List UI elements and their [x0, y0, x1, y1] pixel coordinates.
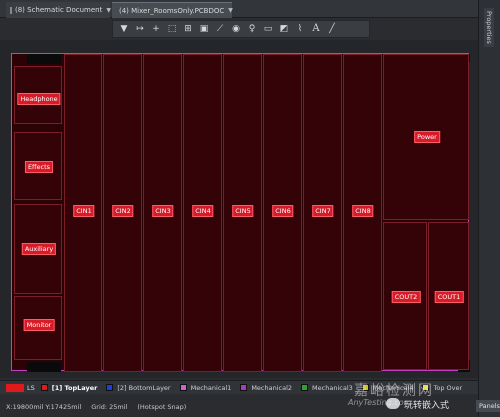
filter-icon[interactable]: ▼ [117, 22, 131, 36]
schematic-doc-icon [10, 6, 12, 14]
layer-tab-mechanical4[interactable]: Mechanical4 [361, 383, 414, 392]
room-headphone[interactable]: Headphone [14, 66, 62, 124]
layer-label: Mechanical1 [190, 383, 232, 392]
layer-tab-bottomlayer[interactable]: [2] BottomLayer [106, 383, 171, 392]
room-cin4[interactable]: CIN4 [183, 54, 222, 372]
room-label: Headphone [17, 93, 61, 105]
room-label: CIN4 [192, 205, 214, 217]
tab-pcb-document[interactable]: (4) Mixer_RoomsOnly.PCBDOC ▼ [112, 2, 233, 18]
layer-label: [2] BottomLayer [117, 383, 171, 392]
layer-color-swatch [422, 384, 430, 391]
align-icon[interactable]: ⊞ [181, 22, 195, 36]
place-pad-icon[interactable]: ▣ [197, 22, 211, 36]
room-label: CIN7 [312, 205, 334, 217]
layer-color-swatch [361, 384, 369, 391]
panels-button[interactable]: Panels [476, 400, 500, 412]
room-cin8[interactable]: CIN8 [343, 54, 382, 372]
room-cin5[interactable]: CIN5 [223, 54, 262, 372]
place-component-icon[interactable]: + [149, 22, 163, 36]
layer-label: Mechanical3 [312, 383, 353, 392]
properties-panel-tab[interactable]: Properties [484, 8, 494, 47]
room-cout2[interactable]: COUT2 [383, 222, 427, 370]
tab-schematic-document[interactable]: (8) Schematic Document ▼ [6, 2, 111, 18]
room-label: CIN5 [232, 205, 254, 217]
layer-label: Mechanical2 [251, 383, 293, 392]
board-outline: Headphone Effects Auxiliary Monitor CIN1… [11, 53, 470, 372]
pcb-editor-window: (8) Schematic Document ▼ (4) Mixer_Rooms… [0, 0, 500, 417]
board-notch-top-left [27, 54, 61, 64]
room-cin7[interactable]: CIN7 [303, 54, 342, 372]
room-cin1[interactable]: CIN1 [64, 54, 102, 372]
text-icon[interactable]: A [309, 22, 323, 36]
status-bar: X:19800mil Y:17425mil Grid: 25mil (Hotsp… [0, 396, 478, 417]
layer-tab-mechanical1[interactable]: Mechanical1 [179, 383, 232, 392]
chevron-down-icon[interactable]: ▼ [106, 7, 111, 14]
room-label: CIN6 [272, 205, 294, 217]
route-icon[interactable]: ↦ [133, 22, 147, 36]
layer-tab-mechanical3[interactable]: Mechanical3 [301, 384, 353, 392]
via-icon[interactable]: ◉ [229, 22, 243, 36]
tab-label: (4) Mixer_RoomsOnly.PCBDOC [119, 6, 225, 15]
layer-label: Mechanical4 [372, 383, 414, 392]
room-label: COUT2 [391, 291, 421, 303]
room-cin3[interactable]: CIN3 [143, 54, 182, 372]
layer-color-swatch [40, 384, 48, 391]
layer-set-button[interactable]: LS [27, 384, 35, 392]
layer-color-swatch [106, 384, 114, 391]
layer-tab-top-overlay[interactable]: Top Over [422, 384, 462, 392]
room-label: COUT1 [434, 291, 464, 303]
room-auxiliary[interactable]: Auxiliary [14, 204, 62, 294]
snap-mode: (Hotspot Snap) [137, 402, 187, 411]
layer-color-swatch [179, 384, 187, 391]
chevron-down-icon[interactable]: ▼ [228, 7, 233, 14]
dimension-icon[interactable]: ⌇ [293, 22, 307, 36]
tab-label: (8) Schematic Document [15, 6, 103, 14]
pcb-canvas[interactable]: Headphone Effects Auxiliary Monitor CIN1… [0, 40, 478, 378]
wire-icon[interactable]: ⟋ [213, 22, 227, 36]
room-cin6[interactable]: CIN6 [263, 54, 302, 372]
cursor-coordinates: X:19800mil Y:17425mil [6, 402, 82, 411]
room-cout1[interactable]: COUT1 [428, 222, 469, 370]
layer-label: Top Over [433, 383, 463, 392]
room-label: CIN3 [152, 205, 174, 217]
board-notch-bottom-left [27, 362, 61, 372]
room-power[interactable]: Power [383, 54, 469, 220]
grid-size: Grid: 25mil [91, 402, 128, 411]
room-effects[interactable]: Effects [14, 132, 62, 200]
room-label: Monitor [23, 319, 55, 331]
layer-color-swatch [240, 384, 248, 391]
room-monitor[interactable]: Monitor [14, 296, 62, 360]
select-rect-icon[interactable]: ⬚ [165, 22, 179, 36]
current-layer-swatch[interactable] [6, 383, 24, 392]
room-label: Auxiliary [21, 243, 57, 255]
document-tab-bar: (8) Schematic Document ▼ (4) Mixer_Rooms… [0, 0, 478, 18]
room-label: CIN1 [73, 205, 95, 217]
room-cin2[interactable]: CIN2 [103, 54, 142, 372]
tip-icon[interactable]: ♀ [245, 22, 259, 36]
layer-color-swatch [301, 384, 309, 391]
fill-icon[interactable]: ▭ [261, 22, 275, 36]
line-icon[interactable]: ╱ [325, 22, 339, 36]
layer-label: [1] TopLayer [51, 383, 98, 392]
room-label: CIN8 [352, 205, 374, 217]
room-label: Effects [24, 161, 54, 173]
room-label: Power [414, 131, 440, 143]
room-label: CIN2 [112, 205, 134, 217]
active-bar-toolbar: ▼ ↦ + ⬚ ⊞ ▣ ⟋ ◉ ♀ ▭ ◩ ⌇ A ╱ [112, 20, 370, 38]
side-panel-strip: Properties [478, 0, 500, 417]
layer-tab-mechanical2[interactable]: Mechanical2 [240, 384, 292, 392]
region-icon[interactable]: ◩ [277, 22, 291, 36]
layer-tabs-bar: LS [1] TopLayer [2] BottomLayer Mechanic… [0, 380, 478, 394]
layer-tab-toplayer[interactable]: [1] TopLayer [40, 383, 98, 392]
